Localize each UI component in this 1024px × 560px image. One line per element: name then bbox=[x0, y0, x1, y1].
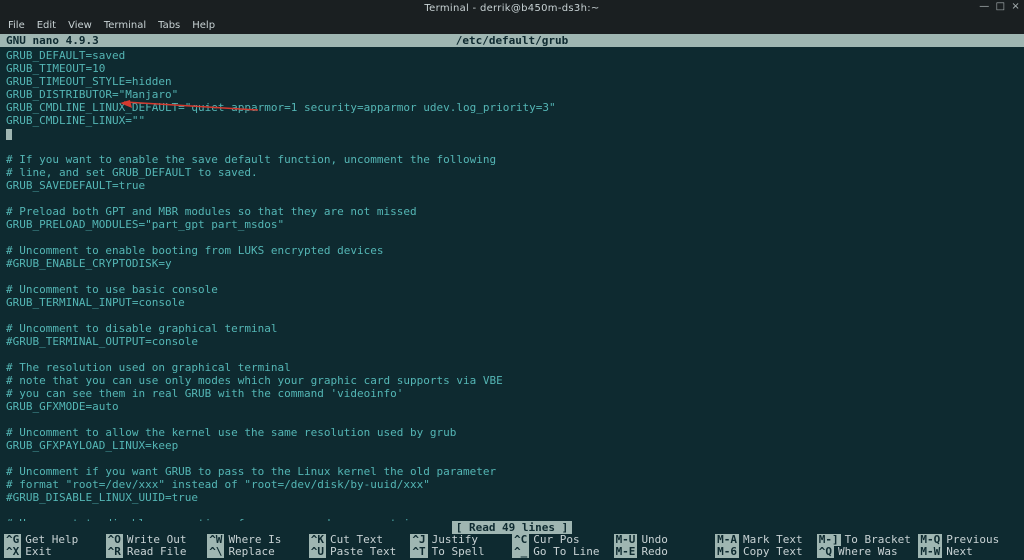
help-key: ^\ bbox=[207, 546, 224, 558]
help-label: Next bbox=[946, 546, 973, 558]
menu-terminal[interactable]: Terminal bbox=[104, 20, 146, 31]
help-key: M-6 bbox=[715, 546, 739, 558]
help-key: ^R bbox=[106, 546, 123, 558]
menu-file[interactable]: File bbox=[8, 20, 25, 31]
menu-tabs[interactable]: Tabs bbox=[158, 20, 180, 31]
help-key: ^X bbox=[4, 546, 21, 558]
help-key: ^Q bbox=[817, 546, 834, 558]
menubar: File Edit View Terminal Tabs Help bbox=[0, 16, 1024, 34]
editor-area[interactable]: GRUB_DEFAULT=saved GRUB_TIMEOUT=10 GRUB_… bbox=[0, 47, 1024, 521]
minimize-icon[interactable]: — bbox=[979, 1, 989, 12]
help-label: Read File bbox=[127, 546, 187, 558]
help-label: Copy Text bbox=[743, 546, 803, 558]
help-label: To Spell bbox=[432, 546, 485, 558]
close-icon[interactable]: × bbox=[1011, 1, 1020, 12]
help-label: Paste Text bbox=[330, 546, 396, 558]
help-key: M-W bbox=[918, 546, 942, 558]
menu-view[interactable]: View bbox=[68, 20, 92, 31]
help-label: Go To Line bbox=[533, 546, 599, 558]
annotation-arrow-icon bbox=[118, 100, 258, 120]
nano-filename: /etc/default/grub bbox=[456, 34, 569, 47]
help-label: Redo bbox=[641, 546, 668, 558]
nano-header: GNU nano 4.9.3 /etc/default/grub bbox=[0, 34, 1024, 47]
window-titlebar: Terminal - derrik@b450m-ds3h:~ — □ × bbox=[0, 0, 1024, 16]
help-label: Where Was bbox=[838, 546, 898, 558]
text-cursor bbox=[6, 129, 12, 140]
menu-help[interactable]: Help bbox=[192, 20, 215, 31]
nano-version: GNU nano 4.9.3 bbox=[6, 34, 99, 47]
help-key: ^U bbox=[309, 546, 326, 558]
window-title: Terminal - derrik@b450m-ds3h:~ bbox=[424, 3, 599, 14]
help-key: ^T bbox=[410, 546, 427, 558]
maximize-icon[interactable]: □ bbox=[996, 1, 1006, 12]
nano-helpbar: ^GGet Help ^OWrite Out ^WWhere Is ^KCut … bbox=[0, 534, 1024, 560]
help-key: M-E bbox=[614, 546, 638, 558]
menu-edit[interactable]: Edit bbox=[37, 20, 56, 31]
help-label: Replace bbox=[228, 546, 274, 558]
help-key: ^_ bbox=[512, 546, 529, 558]
help-label: Exit bbox=[25, 546, 52, 558]
